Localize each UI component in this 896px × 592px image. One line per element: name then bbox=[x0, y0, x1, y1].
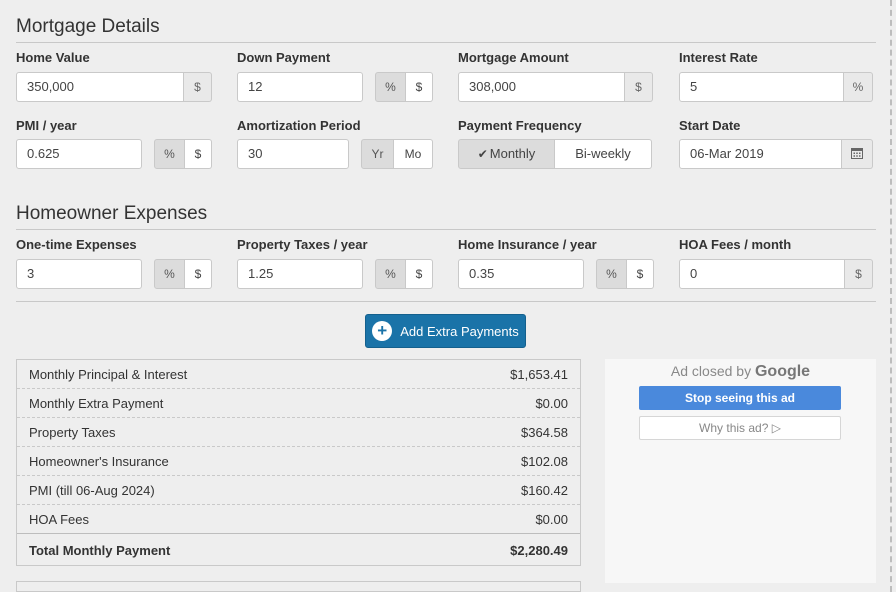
label-start-date: Start Date bbox=[679, 118, 741, 133]
summary-row: Homeowner's Insurance $102.08 bbox=[17, 447, 580, 476]
scroll-divider bbox=[890, 0, 892, 592]
section-title-mortgage: Mortgage Details bbox=[16, 16, 160, 37]
one-time-dollar-toggle[interactable]: $ bbox=[185, 259, 212, 289]
summary-label: HOA Fees bbox=[29, 512, 89, 527]
label-amortization: Amortization Period bbox=[237, 118, 361, 133]
home-insurance-input[interactable]: 0.35 bbox=[458, 259, 584, 289]
summary-value: $1,653.41 bbox=[510, 367, 568, 382]
mortgage-calculator: Mortgage Details Home Value Down Payment… bbox=[0, 0, 896, 592]
frequency-biweekly-button[interactable]: Bi-weekly bbox=[555, 139, 652, 169]
home-value-unit: $ bbox=[184, 72, 212, 102]
summary-row: Monthly Extra Payment $0.00 bbox=[17, 389, 580, 418]
summary-value: $0.00 bbox=[535, 396, 568, 411]
section-title-expenses: Homeowner Expenses bbox=[16, 203, 208, 224]
interest-rate-unit: % bbox=[844, 72, 873, 102]
calendar-button[interactable] bbox=[842, 139, 873, 169]
section-divider bbox=[16, 42, 876, 43]
payment-summary: Monthly Principal & Interest $1,653.41 M… bbox=[16, 359, 581, 566]
plus-circle-icon: + bbox=[372, 321, 393, 341]
mortgage-amount-unit: $ bbox=[625, 72, 653, 102]
frequency-monthly-label: Monthly bbox=[489, 146, 536, 161]
section-divider bbox=[16, 301, 876, 302]
stop-seeing-ad-button[interactable]: Stop seeing this ad bbox=[639, 386, 841, 410]
summary-total-row: Total Monthly Payment $2,280.49 bbox=[17, 533, 580, 564]
label-pmi: PMI / year bbox=[16, 118, 77, 133]
label-interest-rate: Interest Rate bbox=[679, 50, 758, 65]
label-hoa: HOA Fees / month bbox=[679, 237, 792, 252]
summary-label: Property Taxes bbox=[29, 425, 116, 440]
one-time-percent-toggle[interactable]: % bbox=[154, 259, 185, 289]
down-payment-input[interactable]: 12 bbox=[237, 72, 363, 102]
summary-row: Property Taxes $364.58 bbox=[17, 418, 580, 447]
hoa-input[interactable]: 0 bbox=[679, 259, 845, 289]
calendar-icon bbox=[851, 148, 863, 159]
mortgage-amount-input[interactable]: 308,000 bbox=[458, 72, 625, 102]
summary-value: $364.58 bbox=[521, 425, 568, 440]
summary-total-label: Total Monthly Payment bbox=[29, 543, 171, 558]
summary-value: $160.42 bbox=[521, 483, 568, 498]
next-panel-edge bbox=[16, 581, 581, 592]
home-value-input[interactable]: 350,000 bbox=[16, 72, 184, 102]
pmi-dollar-toggle[interactable]: $ bbox=[185, 139, 212, 169]
label-one-time: One-time Expenses bbox=[16, 237, 137, 252]
property-taxes-percent-toggle[interactable]: % bbox=[375, 259, 406, 289]
ad-closed-label: Ad closed by bbox=[670, 363, 752, 379]
pmi-percent-toggle[interactable]: % bbox=[154, 139, 185, 169]
start-date-input[interactable]: 06-Mar 2019 bbox=[679, 139, 842, 169]
amortization-months-toggle[interactable]: Mo bbox=[394, 139, 433, 169]
summary-value: $102.08 bbox=[521, 454, 568, 469]
section-divider bbox=[16, 229, 876, 230]
label-home-value: Home Value bbox=[16, 50, 90, 65]
amortization-years-toggle[interactable]: Yr bbox=[361, 139, 394, 169]
summary-label: PMI (till 06-Aug 2024) bbox=[29, 483, 155, 498]
summary-row: HOA Fees $0.00 bbox=[17, 505, 580, 534]
pmi-input[interactable]: 0.625 bbox=[16, 139, 142, 169]
summary-label: Monthly Extra Payment bbox=[29, 396, 164, 411]
add-extra-payments-label: Add Extra Payments bbox=[400, 323, 519, 339]
label-down-payment: Down Payment bbox=[237, 50, 331, 65]
amortization-input[interactable]: 30 bbox=[237, 139, 349, 169]
label-property-taxes: Property Taxes / year bbox=[237, 237, 368, 252]
home-insurance-dollar-toggle[interactable]: $ bbox=[627, 259, 654, 289]
down-payment-dollar-toggle[interactable]: $ bbox=[406, 72, 433, 102]
down-payment-percent-toggle[interactable]: % bbox=[375, 72, 406, 102]
ad-closed-text: Ad closed by Google bbox=[605, 363, 876, 381]
summary-label: Monthly Principal & Interest bbox=[29, 367, 188, 382]
google-logo: Google bbox=[754, 363, 811, 380]
ad-panel: Ad closed by Google Stop seeing this ad … bbox=[605, 359, 876, 583]
check-icon: ✔ bbox=[477, 147, 488, 161]
summary-value: $0.00 bbox=[535, 512, 568, 527]
hoa-unit: $ bbox=[845, 259, 873, 289]
label-mortgage-amount: Mortgage Amount bbox=[458, 50, 569, 65]
summary-row: PMI (till 06-Aug 2024) $160.42 bbox=[17, 476, 580, 505]
add-extra-payments-button[interactable]: + Add Extra Payments bbox=[365, 314, 526, 348]
one-time-input[interactable]: 3 bbox=[16, 259, 142, 289]
property-taxes-input[interactable]: 1.25 bbox=[237, 259, 363, 289]
why-this-ad-button[interactable]: Why this ad? ▷ bbox=[639, 416, 841, 440]
summary-total-value: $2,280.49 bbox=[510, 543, 568, 558]
summary-label: Homeowner's Insurance bbox=[29, 454, 169, 469]
summary-row: Monthly Principal & Interest $1,653.41 bbox=[17, 360, 580, 389]
home-insurance-percent-toggle[interactable]: % bbox=[596, 259, 627, 289]
label-payment-frequency: Payment Frequency bbox=[458, 118, 582, 133]
frequency-monthly-button[interactable]: ✔ Monthly bbox=[458, 139, 555, 169]
interest-rate-input[interactable]: 5 bbox=[679, 72, 844, 102]
property-taxes-dollar-toggle[interactable]: $ bbox=[406, 259, 433, 289]
label-home-insurance: Home Insurance / year bbox=[458, 237, 597, 252]
